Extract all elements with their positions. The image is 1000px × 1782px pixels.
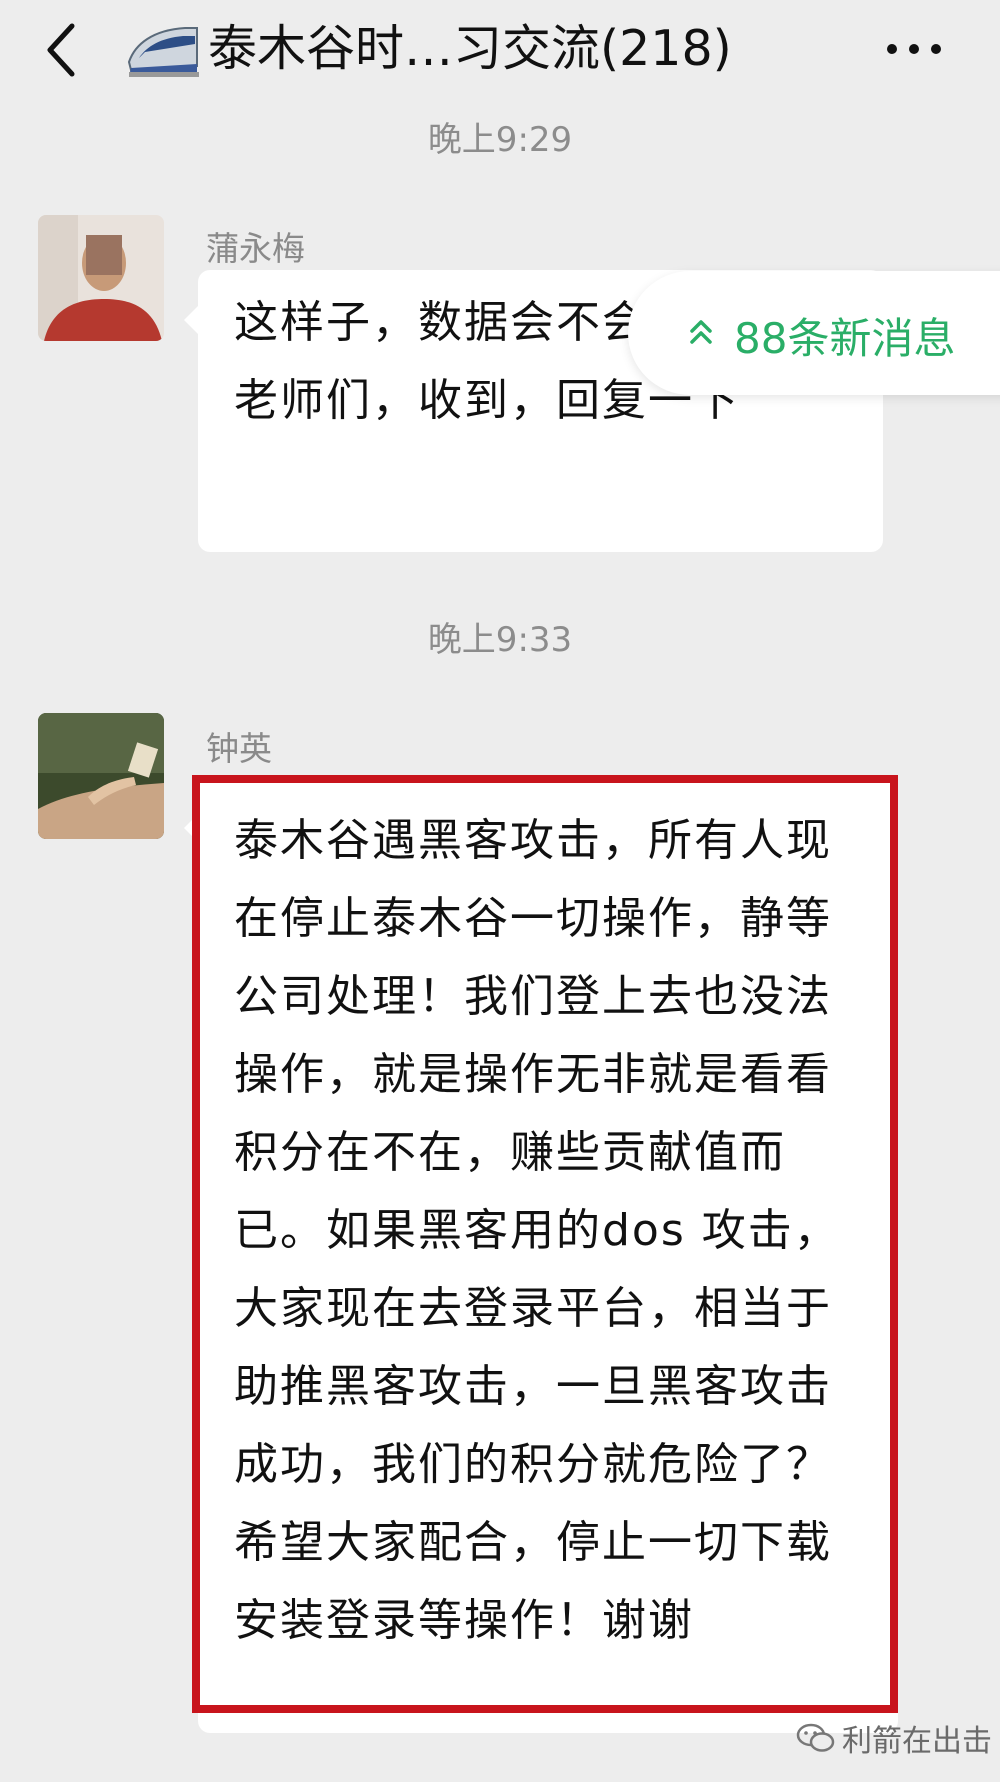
avatar-photo [38,713,164,839]
watermark-text: 利箭在出击 [842,1724,992,1759]
timestamp: 晚上9:33 [427,620,573,660]
avatar-photo [38,215,164,341]
wechat-icon [796,1723,835,1752]
chat-title: 泰木谷时…习交流(218) [208,20,732,77]
train-icon [127,27,199,77]
timestamp: 晚上9:29 [427,120,573,160]
avatar[interactable] [38,215,164,341]
chat-header: 泰木谷时…习交流(218) [0,0,1000,105]
new-messages-button[interactable]: 88条新消息 [628,271,1000,395]
red-highlight-box [192,775,898,1713]
avatar[interactable] [38,713,164,839]
double-chevron-up-icon [690,320,712,344]
chevron-left-icon[interactable] [42,20,82,80]
more-dots-icon[interactable] [884,38,944,60]
sender-name: 钟英 [206,729,272,768]
sender-name: 蒲永梅 [206,229,305,268]
new-messages-label: 88条新消息 [734,314,956,363]
